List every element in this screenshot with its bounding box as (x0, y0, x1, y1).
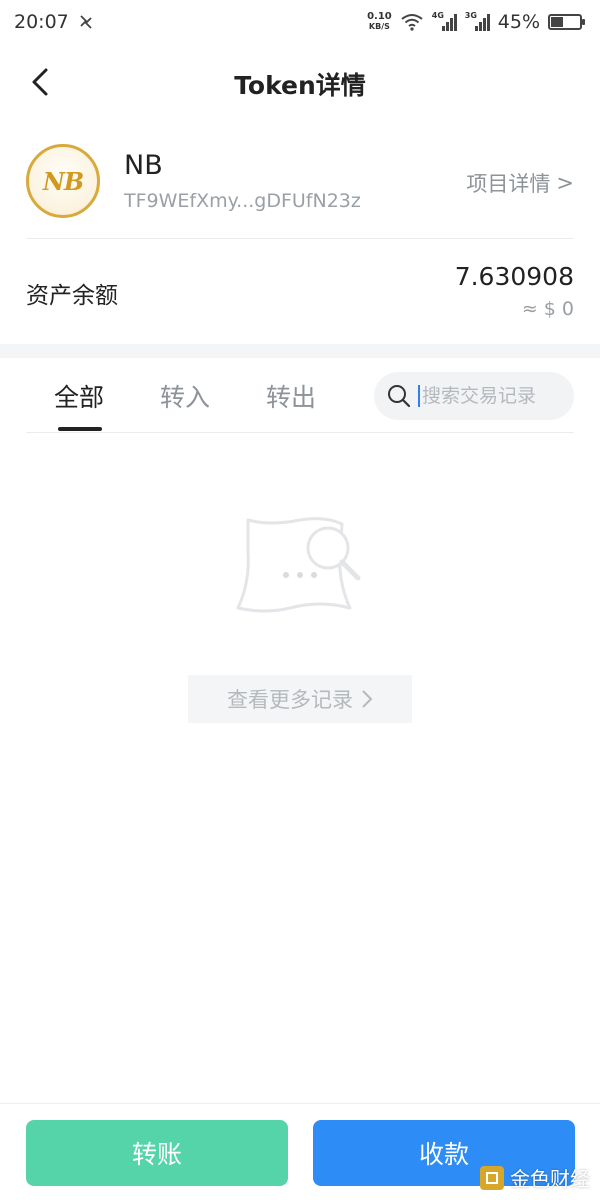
token-name: NB (124, 150, 163, 181)
balance-value: 7.630908 (454, 262, 574, 291)
chevron-right-icon (362, 690, 373, 708)
view-more-records-button[interactable]: 查看更多记录 (188, 675, 412, 723)
tab-outgoing[interactable]: 转出 (266, 378, 316, 414)
bottom-action-bar: 转账 收款 金色财经 (0, 1103, 600, 1200)
tab-all[interactable]: 全部 (54, 378, 104, 414)
navigation-bar: Token详情 (0, 44, 600, 122)
watermark-text: 金色财经 (510, 1167, 590, 1191)
watermark-logo-icon (480, 1165, 504, 1190)
project-details-link[interactable]: 项目详情 > (466, 168, 574, 198)
cellular-signal-2: 3G (465, 11, 490, 31)
battery-icon (548, 14, 585, 30)
watermark: 金色财经 (480, 1163, 590, 1192)
token-address: TF9WEfXmy...gDFUfN23z (124, 190, 361, 212)
wifi-icon (401, 14, 423, 31)
battery-percent: 45% (497, 11, 540, 33)
auto-rotate-icon (80, 15, 92, 29)
token-header: NB NB TF9WEfXmy...gDFUfN23z 项目详情 > (26, 138, 574, 239)
balance-label: 资产余额 (26, 283, 118, 309)
network-speed: 0.10 KB/S (367, 11, 392, 32)
status-bar: 20:07 0.10 KB/S 4G 3G 45% (0, 0, 600, 44)
search-input[interactable] (418, 385, 572, 407)
tab-incoming[interactable]: 转入 (160, 378, 210, 414)
token-logo-text: NB (42, 166, 84, 196)
cellular-signal-1: 4G (432, 11, 457, 31)
balance-fiat-value: ≈ $ 0 (521, 298, 574, 320)
transaction-tabs: 全部 转入 转出 (26, 358, 574, 433)
status-time: 20:07 (14, 11, 69, 33)
search-box[interactable] (374, 372, 574, 420)
empty-document-icon (236, 517, 361, 613)
section-divider (0, 344, 600, 358)
tab-active-indicator (58, 427, 102, 431)
token-logo: NB (26, 144, 100, 218)
chevron-right-icon: > (556, 171, 574, 195)
empty-records-illustration (230, 512, 370, 622)
balance-section: 资产余额 7.630908 ≈ $ 0 (26, 240, 574, 344)
transfer-button[interactable]: 转账 (26, 1120, 288, 1186)
page-title: Token详情 (234, 71, 366, 100)
search-icon (388, 385, 411, 408)
